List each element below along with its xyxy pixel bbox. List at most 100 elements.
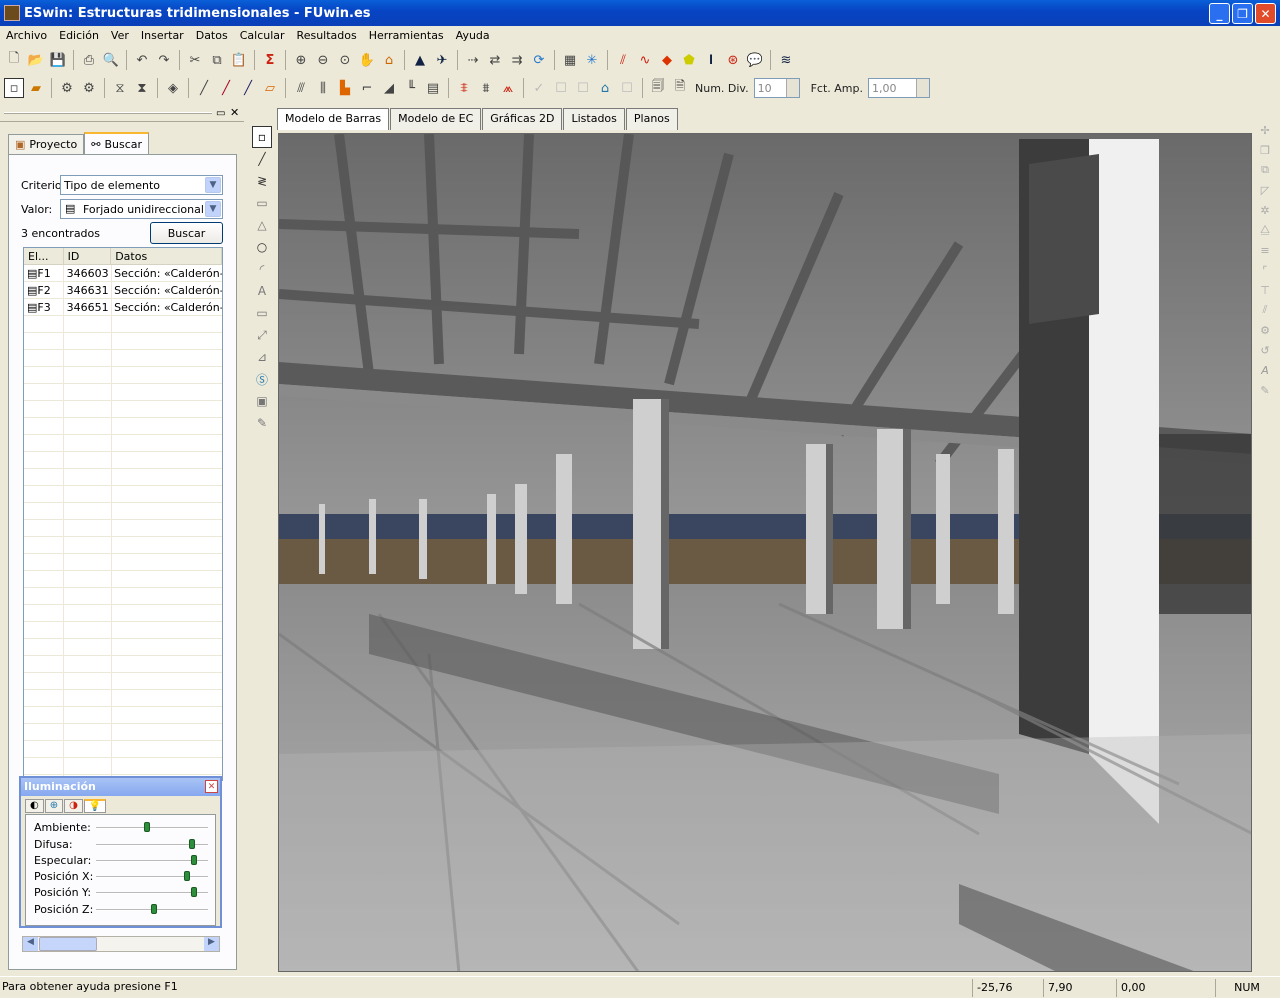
restore-button[interactable]: ❐ [1232,3,1253,24]
dimension-icon[interactable]: ▭ [252,302,272,324]
check-icon[interactable]: ⊛ [723,50,743,70]
doc2-icon[interactable]: 🗎 [670,78,690,98]
col-el[interactable]: El... [24,248,64,264]
undo-icon[interactable]: ↶ [132,50,152,70]
num-div-input[interactable]: 10 [753,78,800,98]
snap-icon[interactable]: ✳ [582,50,602,70]
message-icon[interactable]: 💬 [745,50,765,70]
section-icon[interactable]: 𝐈 [701,50,721,70]
save-icon[interactable]: 💾 [48,50,68,70]
panel-float-icon[interactable]: ▭ [216,108,225,119]
curve-icon[interactable]: ↺ [1256,340,1274,360]
print-icon[interactable]: ⎙ [79,50,99,70]
grid-icon[interactable]: ▦ [560,50,580,70]
wall-icon[interactable]: ⫻ [291,78,311,98]
line-red-icon[interactable]: ╱ [216,78,236,98]
criterio-select[interactable]: Tipo de elemento ▼ [60,175,223,195]
close-icon[interactable]: ✕ [205,780,218,793]
print-preview-icon[interactable]: 🔍 [101,50,121,70]
support-icon[interactable]: ⬟ [679,50,699,70]
wall-orange-icon[interactable]: ▙ [335,78,355,98]
tab-globe-icon[interactable]: ⊕ [44,799,64,813]
ramp-icon[interactable]: ◢ [379,78,399,98]
slider-thumb[interactable] [151,904,158,914]
tab-modelo-ec[interactable]: Modelo de EC [390,108,482,130]
deformed-icon[interactable]: ∿ [635,50,655,70]
menu-datos[interactable]: Datos [190,29,234,42]
grid-slab-icon[interactable]: ▤ [423,78,443,98]
box-disabled-icon[interactable]: ☐ [551,78,571,98]
slider-thumb[interactable] [143,822,150,832]
posicion-z-slider[interactable] [96,904,208,914]
copy-elements-icon[interactable]: ⇉ [507,50,527,70]
rectangle-icon[interactable]: ▭ [252,192,272,214]
ambiente-slider[interactable] [96,822,208,832]
box2-disabled-icon[interactable]: ☐ [573,78,593,98]
tab-color-icon[interactable]: ◐ [25,799,44,813]
line-pen-icon[interactable]: ╱ [194,78,214,98]
zoom-window-icon[interactable]: ⊙ [335,50,355,70]
tab-light-icon[interactable]: 💡 [83,799,107,813]
3d-viewport[interactable] [278,133,1252,972]
slider-thumb[interactable] [191,887,198,897]
copy-icon[interactable]: ⧉ [207,50,227,70]
rotate-icon[interactable]: ✢ [1256,120,1274,140]
close-button[interactable]: ✕ [1255,3,1276,24]
knife-icon[interactable]: ⫽ [1256,300,1274,320]
mirror-icon[interactable]: ⧋ [1256,220,1274,240]
open-folder-icon[interactable]: 📂 [26,50,46,70]
check-disabled-icon[interactable]: ✓ [529,78,549,98]
tab-listados[interactable]: Listados [563,108,625,130]
brace-icon[interactable]: ⧖ [110,78,130,98]
measure-icon[interactable]: ⊿ [252,346,272,368]
circle-icon[interactable]: ○ [252,236,272,258]
loads-icon[interactable]: ⩨ [454,78,474,98]
stairs-icon[interactable]: ⌐ [357,78,377,98]
gear-icon[interactable]: ⚙ [1256,320,1274,340]
line-icon[interactable]: ╱ [252,148,272,170]
slider-thumb[interactable] [191,855,198,865]
new-file-icon[interactable]: 🗋 [4,50,24,70]
slab-icon[interactable]: ▰ [26,78,46,98]
star-icon[interactable]: ✲ [1256,200,1274,220]
corner-icon[interactable]: ⌜ [1256,260,1274,280]
panel-close-icon[interactable]: ✕ [230,106,239,119]
trim-icon[interactable]: ⊤ [1256,280,1274,300]
tab-buscar[interactable]: ⚯ Buscar [84,132,150,154]
loads2-icon[interactable]: ⩩ [476,78,496,98]
fct-amp-input[interactable]: 1,00 [868,78,930,98]
scroll-right-icon[interactable]: ▶ [204,937,219,951]
bar-icon[interactable]: ⚙ [57,78,77,98]
posicion-y-slider[interactable] [96,887,208,897]
refresh-icon[interactable]: ⟳ [529,50,549,70]
menu-insertar[interactable]: Insertar [135,29,190,42]
pan-hand-icon[interactable]: ✋ [357,50,377,70]
scroll-thumb[interactable] [39,937,97,951]
mountain-icon[interactable]: ⩕ [498,78,518,98]
plate-icon[interactable]: ◈ [163,78,183,98]
beam-icon[interactable]: ╙ [401,78,421,98]
load-icon[interactable]: ◆ [657,50,677,70]
cut-icon[interactable]: ✂ [185,50,205,70]
tab-graficas-2d[interactable]: Gráficas 2D [482,108,563,130]
sum-icon[interactable]: Σ [260,50,280,70]
list-item[interactable]: ▤F1 346603 Sección: «Calderón-T... [24,265,222,282]
eraser-icon[interactable]: ▱ [260,78,280,98]
tab-material-icon[interactable]: ◑ [64,799,83,813]
menu-ver[interactable]: Ver [105,29,135,42]
list-item[interactable]: ▤F3 346651 Sección: «Calderón-T... [24,299,222,316]
brush-icon[interactable]: ✎ [1256,380,1274,400]
minimize-button[interactable]: _ [1209,3,1230,24]
valor-select[interactable]: ▤ Forjado unidireccional ▼ [60,199,223,219]
posicion-x-slider[interactable] [96,871,208,881]
wall2-icon[interactable]: ⫼ [313,78,333,98]
bar-gray-icon[interactable]: ⚙ [79,78,99,98]
zoom-in-icon[interactable]: ⊕ [291,50,311,70]
redo-icon[interactable]: ↷ [154,50,174,70]
layers-icon[interactable]: ≋ [776,50,796,70]
especular-slider[interactable] [96,855,208,865]
col-id[interactable]: ID [64,248,112,264]
copy-icon[interactable]: ⧉ [1256,160,1274,180]
scroll-left-icon[interactable]: ◀ [23,937,38,951]
align-icon[interactable]: ≡ [1256,240,1274,260]
